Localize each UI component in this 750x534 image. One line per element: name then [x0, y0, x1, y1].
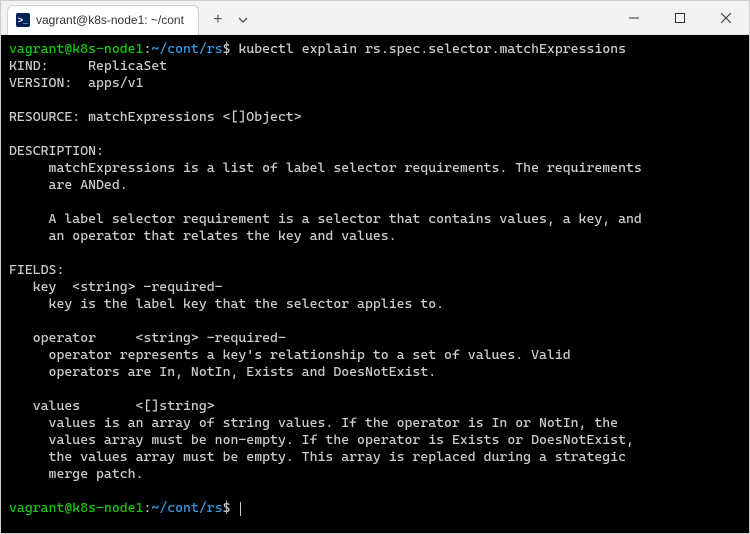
maximize-icon — [675, 13, 685, 23]
minimize-icon — [629, 13, 639, 23]
output-kind-label: KIND: — [9, 58, 88, 74]
window-controls — [611, 1, 749, 35]
prompt-user: vagrant@k8s-node1 — [9, 41, 143, 57]
maximize-button[interactable] — [657, 1, 703, 35]
output-description-line: matchExpressions is a list of label sele… — [9, 160, 642, 176]
output-fields-header: FIELDS: — [9, 262, 64, 278]
output-field-values: values <[]string> — [9, 398, 215, 414]
output-field-desc: operators are In, NotIn, Exists and Does… — [9, 364, 436, 380]
prompt-path: ~/cont/rs — [151, 41, 222, 57]
cursor — [240, 502, 241, 516]
output-field-operator: operator <string> -required- — [9, 330, 286, 346]
chevron-down-icon — [238, 15, 248, 25]
output-field-desc: the values array must be empty. This arr… — [9, 449, 626, 465]
output-field-desc: key is the label key that the selector a… — [9, 296, 444, 312]
output-field-desc: merge patch. — [9, 466, 143, 482]
output-resource: RESOURCE: matchExpressions <[]Object> — [9, 109, 302, 125]
command-text: kubectl explain rs.spec.selector.matchEx… — [238, 41, 626, 57]
tab-dropdown-button[interactable] — [233, 5, 253, 35]
terminal-tab[interactable]: >_ vagrant@k8s-node1: ~/cont — [7, 5, 199, 35]
prompt-dollar: $ — [223, 500, 231, 516]
prompt-dollar: $ — [223, 41, 231, 57]
output-field-desc: values is an array of string values. If … — [9, 415, 618, 431]
prompt-user: vagrant@k8s-node1 — [9, 500, 143, 516]
output-description-line: an operator that relates the key and val… — [9, 228, 397, 244]
new-tab-button[interactable]: + — [203, 5, 233, 35]
output-description-header: DESCRIPTION: — [9, 143, 104, 159]
powershell-icon: >_ — [16, 13, 30, 27]
output-field-key: key <string> -required- — [9, 279, 223, 295]
prompt-path: ~/cont/rs — [151, 500, 222, 516]
tab-title: vagrant@k8s-node1: ~/cont — [36, 13, 184, 27]
minimize-button[interactable] — [611, 1, 657, 35]
output-field-desc: values array must be non-empty. If the o… — [9, 432, 634, 448]
close-window-button[interactable] — [703, 1, 749, 35]
output-kind-value: ReplicaSet — [88, 58, 167, 74]
close-icon — [721, 13, 731, 23]
output-version-value: apps/v1 — [88, 75, 143, 91]
output-field-desc: operator represents a key's relationship… — [9, 347, 571, 363]
terminal-body[interactable]: vagrant@k8s-node1:~/cont/rs$ kubectl exp… — [1, 35, 749, 533]
output-description-line: are ANDed. — [9, 177, 128, 193]
output-description-line: A label selector requirement is a select… — [9, 211, 642, 227]
output-version-label: VERSION: — [9, 75, 88, 91]
window-titlebar: >_ vagrant@k8s-node1: ~/cont + — [1, 1, 749, 35]
